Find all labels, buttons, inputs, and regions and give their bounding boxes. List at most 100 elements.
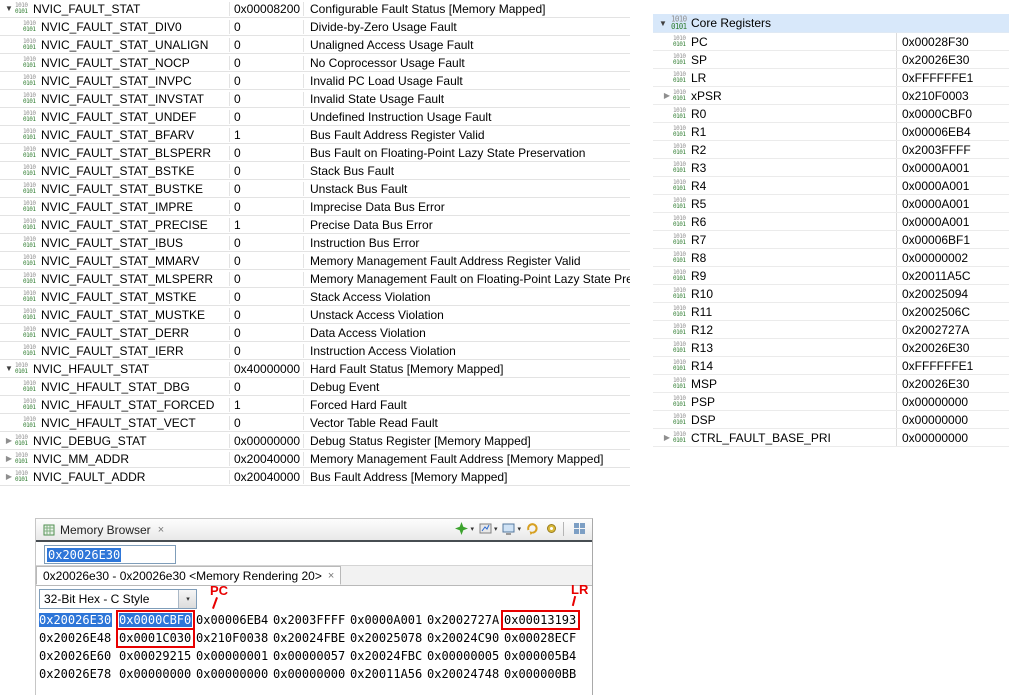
core-register-row[interactable]: ▶ 1010 0101 xPSR 0x210F0003 [653, 87, 1009, 105]
load-memory-icon[interactable]: ▾ [501, 521, 521, 536]
fault-register-row[interactable]: 1010 0101 NVIC_FAULT_STAT_INVPC 0 Invalid PC… [0, 72, 630, 90]
close-icon[interactable]: × [328, 570, 334, 582]
fault-register-row[interactable]: ▶ 1010 0101 NVIC_MM_ADDR 0x20040000 Memory Ma… [0, 450, 630, 468]
fault-register-row[interactable]: 1010 0101 NVIC_FAULT_STAT_UNALIGN 0 Unaligne… [0, 36, 630, 54]
dropdown-arrow-icon[interactable]: ▾ [494, 525, 498, 533]
chevron-expanded-icon[interactable]: ▼ [3, 364, 15, 373]
memory-value-cell[interactable]: 0x20025078 [350, 631, 423, 645]
chevron-collapsed-icon[interactable]: ▶ [3, 472, 15, 481]
memory-value-cell[interactable]: 0x20024FBE [273, 631, 346, 645]
fault-register-row[interactable]: 1010 0101 NVIC_FAULT_STAT_UNDEF 0 Undefined … [0, 108, 630, 126]
fault-register-row[interactable]: 1010 0101 NVIC_FAULT_STAT_IMPRE 0 Imprecise … [0, 198, 630, 216]
chevron-collapsed-icon[interactable]: ▶ [3, 436, 15, 445]
fault-register-row[interactable]: 1010 0101 NVIC_FAULT_STAT_MSTKE 0 Stack Acce… [0, 288, 630, 306]
core-register-row[interactable]: 1010 0101 PC 0x00028F30 [653, 33, 1009, 51]
fault-register-row[interactable]: 1010 0101 NVIC_FAULT_STAT_BSTKE 0 Stack Bus … [0, 162, 630, 180]
fault-register-row[interactable]: 1010 0101 NVIC_FAULT_STAT_BUSTKE 0 Unstack B… [0, 180, 630, 198]
chevron-expanded-icon[interactable]: ▼ [3, 4, 15, 13]
combo-button[interactable]: ▾ [178, 590, 196, 608]
memory-value-cell[interactable]: 0x0000CBF0 [116, 610, 195, 630]
memory-value-cell[interactable]: 0x20024748 [427, 667, 500, 681]
fault-register-row[interactable]: ▶ 1010 0101 NVIC_DEBUG_STAT 0x00000000 Debug … [0, 432, 630, 450]
new-rendering-icon[interactable]: ▾ [454, 521, 474, 536]
memory-value-cell[interactable]: 0x210F0038 [196, 631, 269, 645]
memory-address-cell[interactable]: 0x20026E60 [39, 649, 112, 663]
memory-value-cell[interactable]: 0x00006EB4 [196, 613, 269, 627]
fault-register-row[interactable]: 1010 0101 NVIC_FAULT_STAT_MMARV 0 Memory Man… [0, 252, 630, 270]
core-register-row[interactable]: 1010 0101 R12 0x2002727A [653, 321, 1009, 339]
memory-value-cell[interactable]: 0x00000001 [196, 649, 269, 663]
core-register-row[interactable]: 1010 0101 R10 0x20025094 [653, 285, 1009, 303]
core-register-row[interactable]: 1010 0101 DSP 0x00000000 [653, 411, 1009, 429]
fault-register-row[interactable]: 1010 0101 NVIC_FAULT_STAT_PRECISE 1 Precise … [0, 216, 630, 234]
memory-value-cell[interactable]: 0x00013193 [501, 610, 580, 630]
core-register-row[interactable]: 1010 0101 R1 0x00006EB4 [653, 123, 1009, 141]
memory-value-cell[interactable]: 0x00000000 [119, 667, 192, 681]
fault-register-row[interactable]: 1010 0101 NVIC_FAULT_STAT_INVSTAT 0 Invalid … [0, 90, 630, 108]
core-registers-group-row[interactable]: ▼ 1010 0101 Core Registers [653, 14, 1009, 33]
memory-value-cell[interactable]: 0x20024C90 [427, 631, 500, 645]
fault-register-row[interactable]: ▶ 1010 0101 NVIC_FAULT_ADDR 0x20040000 Bus Fa… [0, 468, 630, 486]
memory-value-cell[interactable]: 0x000000BB [504, 667, 577, 681]
memory-browser-view-tab[interactable]: Memory Browser × [36, 519, 170, 540]
memory-value-cell[interactable]: 0x2002727A [427, 613, 500, 627]
fault-register-row[interactable]: 1010 0101 NVIC_FAULT_STAT_DIV0 0 Divide-by-Z… [0, 18, 630, 36]
memory-address-cell[interactable]: 0x20026E30 [39, 613, 112, 627]
fault-register-row[interactable]: 1010 0101 NVIC_FAULT_STAT_MUSTKE 0 Unstack A… [0, 306, 630, 324]
core-register-row[interactable]: 1010 0101 R9 0x20011A5C [653, 267, 1009, 285]
core-register-row[interactable]: 1010 0101 PSP 0x00000000 [653, 393, 1009, 411]
core-register-row[interactable]: 1010 0101 LR 0xFFFFFFE1 [653, 69, 1009, 87]
fault-register-row[interactable]: 1010 0101 NVIC_FAULT_STAT_MLSPERR 0 Memory M… [0, 270, 630, 288]
memory-value-cell[interactable]: 0x00000000 [196, 667, 269, 681]
refresh-icon[interactable] [525, 521, 540, 536]
fault-register-row[interactable]: 1010 0101 NVIC_FAULT_STAT_DERR 0 Data Access… [0, 324, 630, 342]
fault-register-row[interactable]: ▼ 1010 0101 NVIC_HFAULT_STAT 0x40000000 Hard … [0, 360, 630, 378]
core-register-row[interactable]: ▶ 1010 0101 CTRL_FAULT_BASE_PRI 0x00000000 [653, 429, 1009, 447]
fault-register-row[interactable]: 1010 0101 NVIC_HFAULT_STAT_FORCED 1 Forced H… [0, 396, 630, 414]
chevron-down-icon[interactable]: ▼ [657, 19, 669, 28]
memory-value-cell[interactable]: 0x00000057 [273, 649, 346, 663]
memory-value-cell[interactable]: 0x0000A001 [350, 613, 423, 627]
core-register-row[interactable]: 1010 0101 SP 0x20026E30 [653, 51, 1009, 69]
chevron-collapsed-icon[interactable]: ▶ [661, 433, 673, 442]
memory-value-cell[interactable]: 0x00000000 [273, 667, 346, 681]
memory-value-cell[interactable]: 0x0001C030 [116, 628, 195, 648]
core-register-row[interactable]: 1010 0101 R13 0x20026E30 [653, 339, 1009, 357]
core-register-row[interactable]: 1010 0101 R14 0xFFFFFFE1 [653, 357, 1009, 375]
core-register-row[interactable]: 1010 0101 R6 0x0000A001 [653, 213, 1009, 231]
export-memory-icon[interactable]: ▾ [478, 521, 498, 536]
settings-icon[interactable] [544, 521, 559, 536]
core-register-row[interactable]: 1010 0101 R7 0x00006BF1 [653, 231, 1009, 249]
memory-value-cell[interactable]: 0x00028ECF [504, 631, 577, 645]
core-register-row[interactable]: 1010 0101 R11 0x2002506C [653, 303, 1009, 321]
dropdown-arrow-icon[interactable]: ▾ [517, 525, 521, 533]
chevron-collapsed-icon[interactable]: ▶ [3, 454, 15, 463]
core-register-row[interactable]: 1010 0101 MSP 0x20026E30 [653, 375, 1009, 393]
memory-value-cell[interactable]: 0x20011A56 [350, 667, 423, 681]
core-register-row[interactable]: 1010 0101 R3 0x0000A001 [653, 159, 1009, 177]
view-layout-icon[interactable] [572, 521, 587, 536]
memory-value-cell[interactable]: 0x2003FFFF [273, 613, 346, 627]
core-register-row[interactable]: 1010 0101 R0 0x0000CBF0 [653, 105, 1009, 123]
fault-register-row[interactable]: 1010 0101 NVIC_FAULT_STAT_NOCP 0 No Coproces… [0, 54, 630, 72]
fault-register-row[interactable]: 1010 0101 NVIC_FAULT_STAT_IBUS 0 Instruction… [0, 234, 630, 252]
dropdown-arrow-icon[interactable]: ▾ [470, 525, 474, 533]
core-register-row[interactable]: 1010 0101 R2 0x2003FFFF [653, 141, 1009, 159]
memory-value-cell[interactable]: 0x20024FBC [350, 649, 423, 663]
address-input[interactable]: 0x20026E30 [44, 545, 176, 564]
core-register-row[interactable]: 1010 0101 R5 0x0000A001 [653, 195, 1009, 213]
format-dropdown[interactable]: 32-Bit Hex - C Style ▾ [39, 589, 197, 609]
memory-value-cell[interactable]: 0x000005B4 [504, 649, 577, 663]
memory-rendering-tab[interactable]: 0x20026e30 - 0x20026e30 <Memory Renderin… [36, 566, 342, 585]
fault-register-row[interactable]: 1010 0101 NVIC_FAULT_STAT_IERR 0 Instruction… [0, 342, 630, 360]
fault-register-row[interactable]: 1010 0101 NVIC_FAULT_STAT_BFARV 1 Bus Fault … [0, 126, 630, 144]
close-icon[interactable]: × [158, 524, 164, 536]
core-register-row[interactable]: 1010 0101 R4 0x0000A001 [653, 177, 1009, 195]
memory-address-cell[interactable]: 0x20026E78 [39, 667, 112, 681]
memory-value-cell[interactable]: 0x00029215 [119, 649, 192, 663]
chevron-collapsed-icon[interactable]: ▶ [661, 91, 673, 100]
memory-value-cell[interactable]: 0x00000005 [427, 649, 500, 663]
memory-address-cell[interactable]: 0x20026E48 [39, 631, 112, 645]
fault-register-row[interactable]: 1010 0101 NVIC_HFAULT_STAT_DBG 0 Debug Event [0, 378, 630, 396]
fault-register-row[interactable]: 1010 0101 NVIC_FAULT_STAT_BLSPERR 0 Bus Faul… [0, 144, 630, 162]
